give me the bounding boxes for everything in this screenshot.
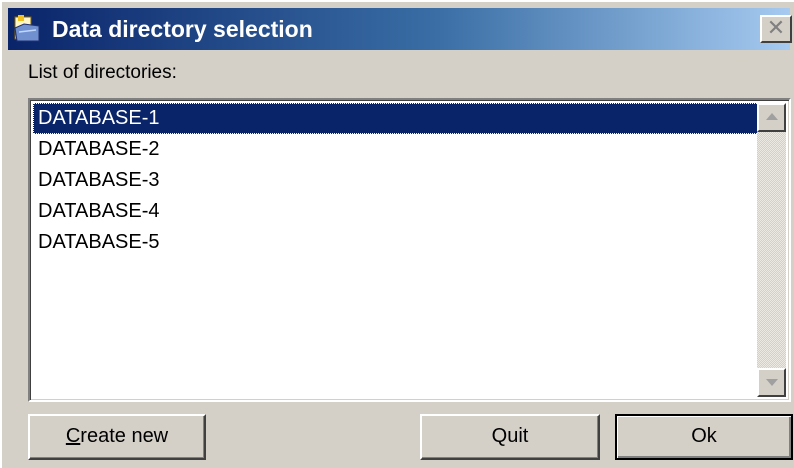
list-item[interactable]: DATABASE-2 xyxy=(33,134,759,165)
vertical-scrollbar[interactable] xyxy=(757,103,786,397)
list-item[interactable]: DATABASE-5 xyxy=(33,227,759,258)
list-item[interactable]: DATABASE-3 xyxy=(33,165,759,196)
list-label: List of directories: xyxy=(28,62,177,83)
quit-button[interactable]: Quit xyxy=(420,414,600,460)
window-title: Data directory selection xyxy=(52,16,313,42)
title-bar[interactable]: Data directory selection ✕ xyxy=(8,8,792,50)
scroll-down-button[interactable] xyxy=(757,368,786,397)
scroll-up-button[interactable] xyxy=(757,103,786,132)
close-button[interactable]: ✕ xyxy=(760,15,792,43)
scroll-down-arrow-icon xyxy=(766,379,778,386)
list-item[interactable]: DATABASE-4 xyxy=(33,196,759,227)
create-new-button[interactable]: Create new xyxy=(28,414,206,460)
close-icon: ✕ xyxy=(766,15,786,40)
dialog-window: Data directory selection ✕ List of direc… xyxy=(0,0,794,468)
list-item[interactable]: DATABASE-1 xyxy=(33,103,759,134)
list-items: DATABASE-1 DATABASE-2 DATABASE-3 DATABASE-4… xyxy=(33,103,759,258)
ok-button[interactable]: Ok xyxy=(615,414,793,460)
app-folder-icon xyxy=(12,14,42,44)
scroll-up-arrow-icon xyxy=(766,113,778,120)
directory-listbox[interactable]: DATABASE-1 DATABASE-2 DATABASE-3 DATABASE-4… xyxy=(28,98,791,402)
